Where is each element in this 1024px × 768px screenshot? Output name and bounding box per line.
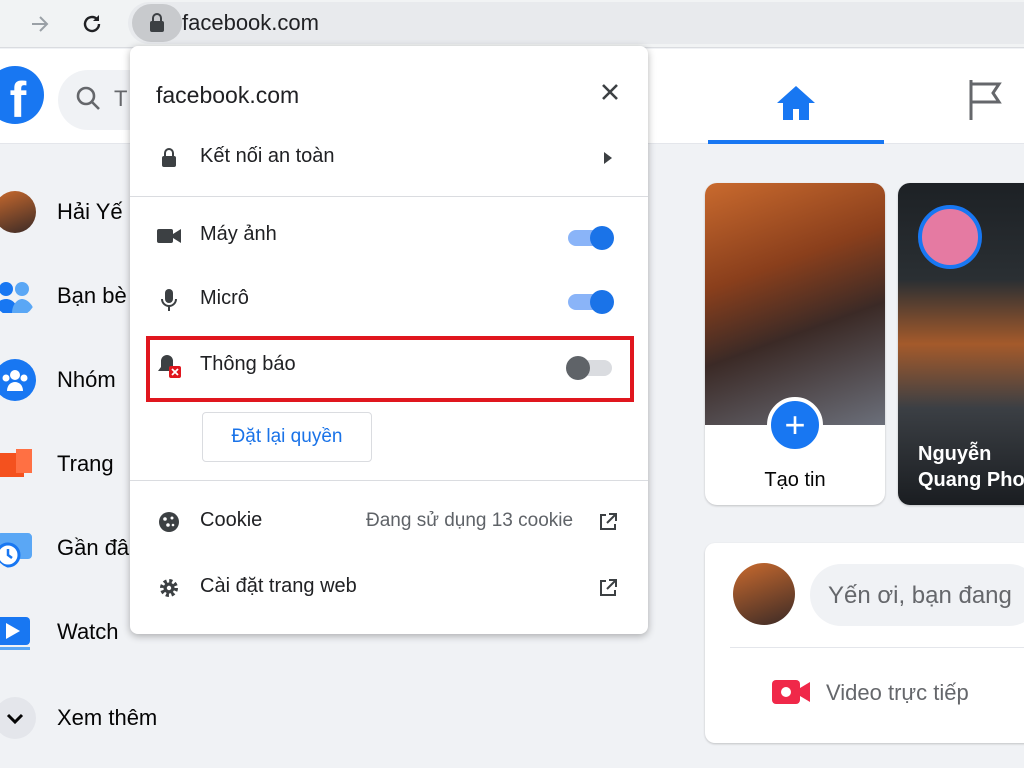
reload-icon	[83, 15, 101, 33]
tab-pages[interactable]	[960, 75, 1010, 125]
reload-button[interactable]	[74, 6, 110, 42]
avatar[interactable]	[733, 563, 795, 625]
create-story-label: Tạo tin	[764, 469, 826, 491]
tab-home[interactable]	[708, 62, 884, 144]
microphone-toggle[interactable]	[566, 288, 616, 314]
memories-clock-icon	[0, 527, 36, 569]
microphone-icon	[156, 287, 182, 313]
external-link-icon	[596, 510, 620, 534]
popup-domain: facebook.com	[156, 82, 300, 108]
gear-icon	[156, 575, 182, 601]
camera-icon	[156, 223, 182, 249]
sidebar-item-label: Gần đâ	[57, 535, 130, 560]
close-button[interactable]	[594, 76, 626, 108]
cookie-row[interactable]: Cookie Đang sử dụng 13 cookie	[130, 494, 648, 550]
reset-permissions-button[interactable]: Đặt lại quyền	[202, 412, 372, 462]
search-placeholder: T	[114, 86, 128, 111]
sidebar-item-profile[interactable]: Hải Yế	[0, 184, 140, 240]
sidebar-item-label: Trang	[57, 451, 114, 476]
sidebar-item-label: Xem thêm	[57, 705, 158, 730]
sidebar-item-groups[interactable]: Nhóm	[0, 352, 140, 408]
chevron-right-icon	[604, 152, 612, 164]
flag-icon	[969, 80, 1002, 120]
live-video-label: Video trực tiếp	[826, 680, 969, 705]
friend-story-card[interactable]: Nguyễn Quang Pho	[898, 183, 1024, 505]
story-avatar	[918, 205, 982, 269]
divider	[730, 647, 1024, 648]
site-settings-row[interactable]: Cài đặt trang web	[130, 560, 648, 616]
live-video-button[interactable]: Video trực tiếp	[770, 672, 1024, 716]
permission-row-camera: Máy ảnh	[130, 208, 648, 264]
site-info-button[interactable]	[132, 4, 182, 42]
sidebar-item-friends[interactable]: Bạn bè	[0, 268, 140, 324]
lock-icon	[150, 13, 164, 32]
sidebar-item-label: Watch	[57, 619, 119, 644]
live-video-icon	[772, 680, 810, 704]
external-link-icon	[596, 576, 620, 600]
pages-flag-icon	[0, 443, 36, 485]
watch-video-icon	[0, 611, 36, 653]
connection-row[interactable]: Kết nối an toàn	[130, 130, 648, 186]
sidebar-item-see-more[interactable]: Xem thêm	[0, 690, 157, 746]
forward-button[interactable]	[22, 6, 58, 42]
logo-letter: f	[9, 72, 27, 124]
friends-icon	[0, 275, 36, 317]
permission-row-microphone: Micrô	[130, 272, 648, 328]
sidebar-item-watch[interactable]: Watch	[0, 604, 140, 660]
story-photo	[705, 183, 885, 425]
camera-toggle[interactable]	[566, 224, 616, 250]
divider	[130, 196, 648, 197]
connection-label: Kết nối an toàn	[200, 145, 335, 167]
close-icon	[602, 84, 618, 100]
create-story-card[interactable]: + Tạo tin	[705, 183, 885, 505]
arrow-right-icon	[32, 16, 49, 32]
sidebar-item-label: Hải Yế	[57, 199, 123, 224]
permission-label: Micrô	[200, 287, 249, 309]
divider	[130, 480, 648, 481]
sidebar-item-memories[interactable]: Gần đâ	[0, 520, 140, 576]
sidebar-item-pages[interactable]: Trang	[0, 436, 140, 492]
home-icon	[777, 86, 815, 120]
story-author-name: Nguyễn Quang Pho	[918, 443, 1024, 491]
search-icon	[76, 86, 100, 110]
composer-placeholder: Yến ơi, bạn đang	[828, 582, 1012, 609]
active-tab-indicator	[708, 140, 884, 144]
site-info-popup: facebook.com Kết nối an toàn Máy ảnh Mic…	[130, 46, 648, 634]
sidebar-item-label: Bạn bè	[57, 283, 127, 308]
groups-icon	[0, 359, 36, 401]
sidebar-item-label: Nhóm	[57, 367, 116, 392]
highlight-box	[146, 336, 634, 402]
plus-icon[interactable]: +	[767, 397, 823, 453]
profile-avatar	[0, 191, 36, 233]
lock-icon	[156, 145, 182, 171]
cookie-status: Đang sử dụng 13 cookie	[366, 510, 574, 531]
site-settings-label: Cài đặt trang web	[200, 575, 357, 597]
url-text[interactable]: facebook.com	[182, 10, 319, 36]
chevron-down-icon	[0, 697, 36, 739]
permission-label: Máy ảnh	[200, 223, 277, 245]
cookie-label: Cookie	[200, 509, 263, 531]
cookie-icon	[156, 509, 182, 535]
